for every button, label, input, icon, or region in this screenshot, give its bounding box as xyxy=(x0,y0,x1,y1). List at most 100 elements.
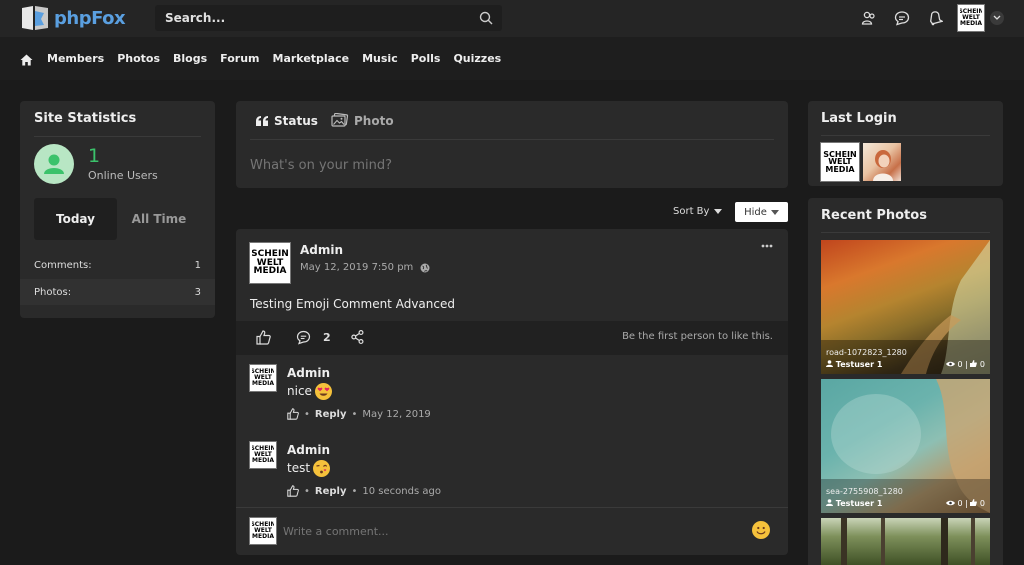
online-label: Online Users xyxy=(88,169,158,182)
stat-value: 1 xyxy=(194,259,201,271)
search-icon[interactable] xyxy=(479,11,493,25)
nav-marketplace[interactable]: Marketplace xyxy=(273,52,350,65)
tab-all-time-label: All Time xyxy=(131,212,187,226)
tab-photo[interactable]: Photo xyxy=(331,113,394,128)
post-author-name[interactable]: Admin xyxy=(300,243,343,257)
quote-icon xyxy=(256,116,268,126)
photo-likes: 0 xyxy=(979,360,985,369)
comment-author-avatar[interactable]: SCHEIN WELT MEDIA xyxy=(249,441,277,469)
home-icon[interactable] xyxy=(20,54,33,66)
nav-photos[interactable]: Photos xyxy=(117,52,160,65)
last-login-avatar[interactable]: SCHEIN WELT MEDIA xyxy=(820,142,860,182)
comment-body: test xyxy=(287,460,331,477)
avatar-text-line: MEDIA xyxy=(252,456,274,464)
phpfox-logo-icon xyxy=(22,6,48,30)
comment-author-avatar[interactable]: SCHEIN WELT MEDIA xyxy=(249,364,277,392)
photo-stats: 0 | 0 xyxy=(945,499,985,508)
comment-count[interactable]: 2 xyxy=(323,331,331,344)
search-input[interactable] xyxy=(155,5,502,31)
like-icon[interactable] xyxy=(287,408,299,420)
friends-icon xyxy=(861,11,875,25)
avatar-text-line: MEDIA xyxy=(960,19,982,27)
user-icon xyxy=(826,499,833,506)
notifications-button[interactable] xyxy=(921,5,949,31)
comment-text: test xyxy=(287,461,311,475)
tab-status[interactable]: Status xyxy=(256,114,318,128)
share-icon[interactable] xyxy=(351,330,364,344)
photo-title: sea-2755908_1280 xyxy=(826,487,903,496)
avatar-text-line: MEDIA xyxy=(252,532,274,540)
user-avatar[interactable]: SCHEIN WELT MEDIA xyxy=(957,4,985,32)
post-author-avatar[interactable]: SCHEIN WELT MEDIA xyxy=(249,242,291,284)
nav-blogs[interactable]: Blogs xyxy=(173,52,207,65)
photo-owner[interactable]: Testuser 1 xyxy=(826,360,882,369)
nav-forum[interactable]: Forum xyxy=(220,52,259,65)
separator-dot: • xyxy=(351,485,358,497)
thumbs-up-icon xyxy=(970,360,978,367)
divider xyxy=(821,135,990,136)
caret-down-icon xyxy=(714,209,723,214)
bell-icon xyxy=(930,11,943,26)
comment-author-name[interactable]: Admin xyxy=(287,443,330,457)
kissing-face-emoji-icon xyxy=(313,460,331,477)
nav-members[interactable]: Members xyxy=(47,52,104,65)
more-dots-icon xyxy=(761,244,773,248)
stat-label: Comments: xyxy=(34,259,92,271)
emoji-picker-button[interactable] xyxy=(752,521,770,539)
tab-today[interactable]: Today xyxy=(34,198,117,240)
caret-down-icon xyxy=(770,209,779,215)
post-options-button[interactable] xyxy=(760,239,774,253)
feed-post: SCHEIN WELT MEDIA Admin May 12, 2019 7:5… xyxy=(236,229,788,555)
like-icon[interactable] xyxy=(287,485,299,497)
photo-card[interactable] xyxy=(821,518,990,565)
comment-author-name[interactable]: Admin xyxy=(287,366,330,380)
separator-dot: • xyxy=(304,408,310,420)
status-input[interactable] xyxy=(236,146,788,184)
comment-icon[interactable] xyxy=(296,330,311,345)
friends-button[interactable] xyxy=(855,5,883,31)
nav-music[interactable]: Music xyxy=(362,52,398,65)
avatar-text-line: MEDIA xyxy=(253,266,287,277)
comment-input[interactable] xyxy=(283,519,733,543)
like-icon[interactable] xyxy=(256,330,271,345)
user-silhouette-icon xyxy=(44,154,64,174)
comment-actions: • Reply • 10 seconds ago xyxy=(287,485,441,497)
brand-name: phpFox xyxy=(54,7,126,29)
post-date[interactable]: May 12, 2019 7:50 pm xyxy=(300,262,413,273)
last-login-avatar[interactable] xyxy=(863,143,901,181)
photo-owner-name: Testuser 1 xyxy=(835,360,883,369)
user-photo-icon xyxy=(873,150,893,181)
photo-image-icon xyxy=(841,518,975,565)
photo-card[interactable]: road-1072823_1280 Testuser 1 0 | 0 xyxy=(821,240,990,374)
tab-all-time[interactable]: All Time xyxy=(117,198,201,240)
messages-button[interactable] xyxy=(888,5,916,31)
reply-link[interactable]: Reply xyxy=(315,409,347,420)
photo-views: 0 xyxy=(957,360,963,369)
sort-by-dropdown[interactable]: Sort By xyxy=(673,206,723,217)
user-icon xyxy=(826,360,833,367)
photo-card[interactable]: sea-2755908_1280 Testuser 1 0 | 0 xyxy=(821,379,990,513)
chat-icon xyxy=(894,11,910,26)
account-menu-toggle[interactable] xyxy=(990,11,1004,25)
panel-title: Recent Photos xyxy=(821,208,927,223)
comment-text: nice xyxy=(287,384,312,398)
last-login-panel: Last Login SCHEIN WELT MEDIA xyxy=(808,101,1003,186)
top-actions: SCHEIN WELT MEDIA xyxy=(850,4,1004,32)
hide-button[interactable]: Hide xyxy=(735,202,788,222)
photo-title: road-1072823_1280 xyxy=(826,348,907,357)
nav-quizzes[interactable]: Quizzes xyxy=(453,52,501,65)
stat-value: 3 xyxy=(194,286,201,298)
avatar-text-line: MEDIA xyxy=(252,379,274,387)
eye-icon xyxy=(945,500,955,506)
divider xyxy=(34,136,201,137)
search-box xyxy=(155,5,502,31)
avatar-text-line: MEDIA xyxy=(825,164,855,174)
nav-polls[interactable]: Polls xyxy=(411,52,441,65)
photo-icon xyxy=(331,113,349,127)
photo-owner[interactable]: Testuser 1 xyxy=(826,499,882,508)
reply-link[interactable]: Reply xyxy=(315,486,347,497)
comment-time: May 12, 2019 xyxy=(362,408,431,420)
online-users-avatar xyxy=(34,144,74,184)
brand-logo[interactable]: phpFox xyxy=(20,5,126,31)
panel-title: Last Login xyxy=(821,111,897,126)
